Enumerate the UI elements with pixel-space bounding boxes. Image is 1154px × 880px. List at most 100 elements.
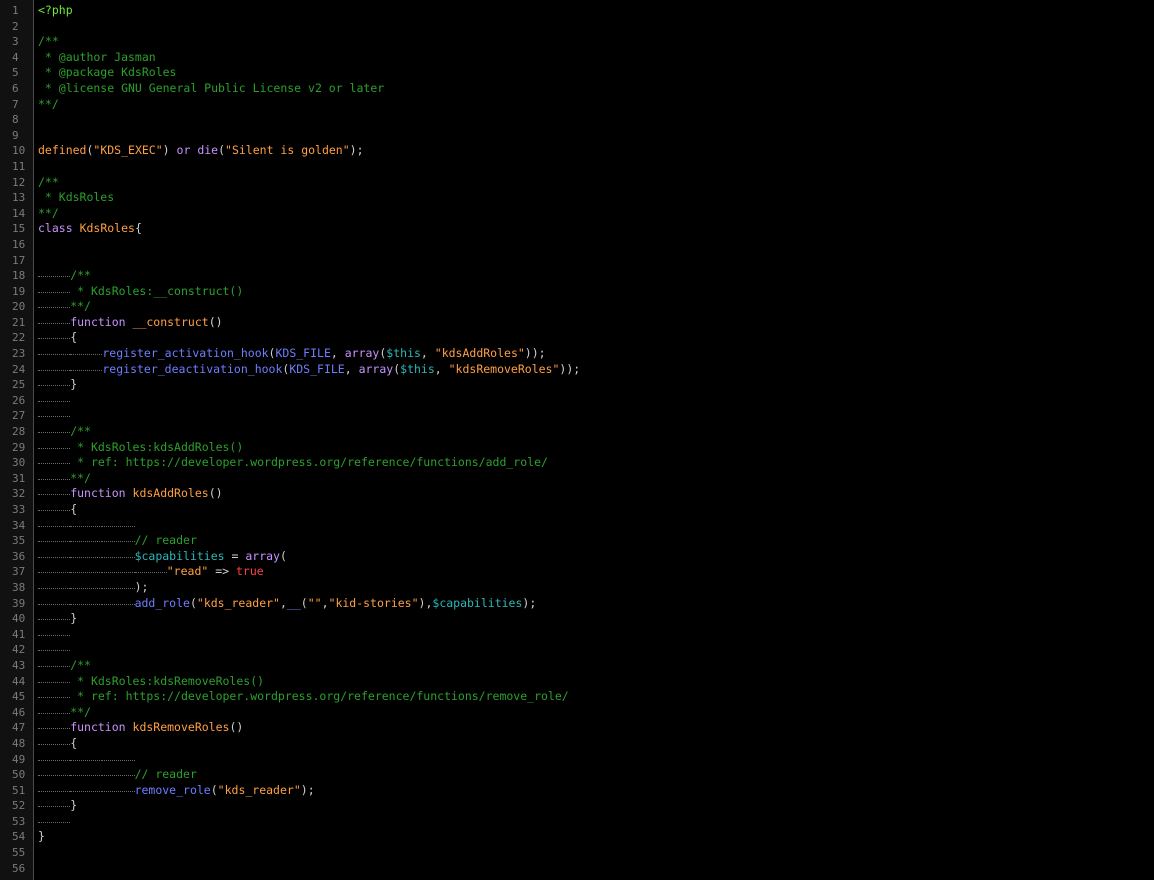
line-number: 45 (12, 690, 26, 704)
code-line[interactable]: /** (38, 268, 1154, 284)
indent-guide (38, 299, 71, 309)
code-line[interactable]: function kdsRemoveRoles() (38, 720, 1154, 736)
indent-guide (38, 642, 71, 652)
code-line[interactable]: } (38, 798, 1154, 814)
code-line[interactable]: { (38, 330, 1154, 346)
code-line[interactable]: * ref: https://developer.wordpress.org/r… (38, 689, 1154, 705)
code-token: { (70, 502, 78, 516)
indent-guide (102, 564, 135, 574)
code-token: array (245, 548, 280, 563)
code-token: { (70, 330, 78, 345)
code-line[interactable]: register_activation_hook(KDS_FILE, array… (38, 346, 1154, 362)
code-line[interactable] (38, 642, 1154, 658)
line-number: 41 (12, 627, 26, 641)
code-line[interactable]: * KdsRoles:kdsAddRoles() (38, 440, 1154, 456)
code-line[interactable]: /** (38, 175, 1154, 191)
code-line[interactable]: remove_role("kds_reader"); (38, 783, 1154, 799)
code-line[interactable] (38, 814, 1154, 830)
code-line[interactable] (38, 393, 1154, 409)
code-line[interactable] (38, 237, 1154, 253)
line-number: 44 (12, 674, 26, 688)
code-token: ); (300, 782, 315, 797)
code-line[interactable]: "read" => true (38, 564, 1154, 580)
line-number: 6 (12, 81, 19, 95)
code-area[interactable]: <?php /** * @author Jasman * @package Kds… (34, 0, 1154, 880)
code-line[interactable]: $capabilities = array( (38, 549, 1154, 565)
code-line[interactable]: /** (38, 34, 1154, 50)
indent-guide (38, 330, 71, 340)
indent-guide (70, 346, 103, 356)
code-line[interactable] (38, 159, 1154, 175)
code-line[interactable]: class KdsRoles{ (38, 221, 1154, 237)
line-number: 4 (12, 50, 19, 64)
code-line[interactable]: **/ (38, 705, 1154, 721)
code-line[interactable] (38, 518, 1154, 534)
code-line[interactable]: { (38, 502, 1154, 518)
code-line[interactable]: add_role("kds_reader",__("","kid-stories… (38, 596, 1154, 612)
code-token: /** (38, 174, 59, 189)
code-line[interactable]: **/ (38, 97, 1154, 113)
code-line[interactable] (38, 253, 1154, 269)
line-number-gutter: 1 2 3 4 5 6 7 8 9 10 11 12 13 14 15 16 17 18 19 20 21 22 23 24 2… (0, 0, 34, 880)
code-line[interactable]: * @license GNU General Public License v2… (38, 81, 1154, 97)
code-line[interactable]: function __construct() (38, 315, 1154, 331)
code-token: "kid-stories" (328, 595, 419, 610)
line-number: 28 (12, 425, 26, 439)
code-line[interactable]: * ref: https://developer.wordpress.org/r… (38, 455, 1154, 471)
code-line[interactable]: * @author Jasman (38, 50, 1154, 66)
line-number: 1 (12, 4, 19, 17)
code-line[interactable]: } (38, 829, 1154, 845)
code-line[interactable]: { (38, 736, 1154, 752)
code-token: ); (349, 143, 364, 158)
code-line[interactable]: * KdsRoles:__construct() (38, 284, 1154, 300)
code-line[interactable]: * @package KdsRoles (38, 65, 1154, 81)
code-line[interactable]: // reader (38, 533, 1154, 549)
code-token: $this (386, 346, 421, 361)
code-line[interactable] (38, 19, 1154, 35)
code-line[interactable]: function kdsAddRoles() (38, 486, 1154, 502)
indent-guide (38, 689, 71, 699)
code-line[interactable] (38, 112, 1154, 128)
code-line[interactable]: /** (38, 424, 1154, 440)
line-number: 49 (12, 752, 26, 766)
indent-guide (38, 533, 71, 543)
code-line[interactable] (38, 752, 1154, 768)
code-line[interactable]: } (38, 611, 1154, 627)
line-number: 43 (12, 658, 26, 672)
code-line[interactable]: register_deactivation_hook(KDS_FILE, arr… (38, 362, 1154, 378)
indent-guide (102, 767, 135, 777)
code-line[interactable]: **/ (38, 471, 1154, 487)
code-line[interactable] (38, 627, 1154, 643)
code-line[interactable] (38, 845, 1154, 861)
code-line[interactable]: defined("KDS_EXEC") or die("Silent is go… (38, 143, 1154, 159)
code-line[interactable]: ); (38, 580, 1154, 596)
code-token: register_activation_hook (102, 346, 269, 361)
line-number: 16 (12, 237, 26, 251)
indent-guide (38, 549, 71, 558)
code-line[interactable]: **/ (38, 206, 1154, 222)
indent-guide (38, 798, 71, 808)
code-line[interactable]: * KdsRoles (38, 190, 1154, 206)
code-editor[interactable]: 1 2 3 4 5 6 7 8 9 10 11 12 13 14 15 16 17 18 19 20 21 22 23 24 2… (0, 0, 1154, 880)
code-line[interactable] (38, 408, 1154, 424)
indent-guide (38, 315, 71, 324)
code-token: function (70, 486, 126, 501)
code-line[interactable]: * KdsRoles:kdsRemoveRoles() (38, 674, 1154, 690)
line-number: 55 (12, 846, 26, 860)
code-token: , (434, 361, 449, 376)
code-line[interactable]: } (38, 377, 1154, 393)
code-line[interactable]: <?php (38, 3, 1154, 19)
code-line[interactable] (38, 861, 1154, 877)
code-line[interactable]: **/ (38, 299, 1154, 315)
indent-guide (134, 564, 167, 574)
line-number: 24 (12, 362, 26, 376)
code-token: , (420, 346, 435, 361)
code-token: * @author Jasman (38, 49, 156, 64)
code-line[interactable]: // reader (38, 767, 1154, 783)
code-token: } (38, 829, 45, 844)
indent-guide (102, 596, 135, 605)
line-number: 39 (12, 596, 26, 610)
code-line[interactable] (38, 128, 1154, 144)
code-line[interactable]: /** (38, 658, 1154, 674)
